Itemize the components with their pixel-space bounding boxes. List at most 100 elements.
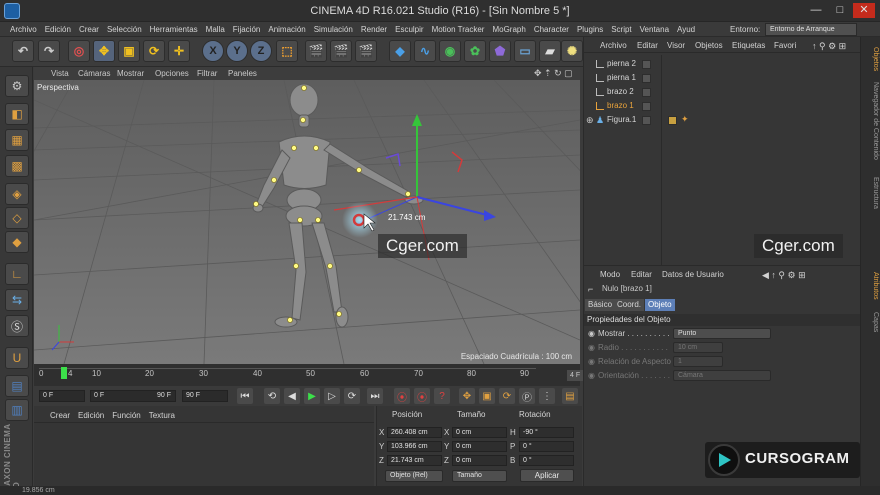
coord-mode-select[interactable]: Objeto (Rel) bbox=[385, 470, 443, 482]
vp-menu-camaras[interactable]: Cámaras bbox=[78, 67, 110, 80]
apply-button[interactable]: Aplicar bbox=[520, 469, 574, 482]
menu-simulacion[interactable]: Simulación bbox=[310, 22, 357, 37]
om-menu-visor[interactable]: Visor bbox=[667, 39, 685, 53]
live-selection-icon[interactable]: ◎ bbox=[68, 40, 90, 62]
menu-malla[interactable]: Malla bbox=[202, 22, 229, 37]
go-to-end-icon[interactable]: ⏭ bbox=[367, 388, 383, 404]
start-frame-field[interactable]: 0 F bbox=[39, 390, 85, 402]
x-axis-toggle[interactable]: X bbox=[202, 40, 224, 62]
menu-herramientas[interactable]: Herramientas bbox=[146, 22, 202, 37]
render-settings-icon[interactable]: 🎬 bbox=[355, 40, 377, 62]
tab-objeto[interactable]: Objeto bbox=[645, 299, 675, 311]
mograph-cloner-icon[interactable]: ✿ bbox=[464, 40, 486, 62]
menu-edicion[interactable]: Edición bbox=[41, 22, 75, 37]
radio-icon[interactable]: ◉ bbox=[588, 329, 595, 338]
render-picture-viewer-icon[interactable]: 🎬 bbox=[330, 40, 352, 62]
menu-crear[interactable]: Crear bbox=[75, 22, 103, 37]
prev-frame-icon[interactable]: ◀ bbox=[284, 388, 300, 404]
floor-icon[interactable]: ▭ bbox=[514, 40, 536, 62]
pos-y-field[interactable]: 103.966 cm bbox=[387, 441, 442, 452]
record-active-icon[interactable]: ⦿ bbox=[394, 388, 410, 404]
am-menu-editar[interactable]: Editar bbox=[631, 268, 652, 282]
workplane-icon[interactable]: ▩ bbox=[5, 155, 29, 177]
mat-menu-edicion[interactable]: Edición bbox=[74, 408, 108, 421]
polygons-mode-icon[interactable]: ◆ bbox=[5, 231, 29, 253]
rot-p-field[interactable]: 0 ° bbox=[519, 441, 574, 452]
menu-mograph[interactable]: MoGraph bbox=[488, 22, 529, 37]
menu-ventana[interactable]: Ventana bbox=[636, 22, 673, 37]
am-menu-modo[interactable]: Modo bbox=[600, 268, 620, 282]
camera-icon[interactable]: ▰ bbox=[539, 40, 561, 62]
orientation-select[interactable]: Cámara bbox=[673, 370, 771, 381]
om-menu-objetos[interactable]: Objetos bbox=[695, 39, 723, 53]
vp-menu-paneles[interactable]: Paneles bbox=[228, 67, 257, 80]
rotate-icon[interactable]: ⟳ bbox=[143, 40, 165, 62]
visibility-toggle[interactable] bbox=[642, 88, 651, 97]
mat-menu-funcion[interactable]: Función bbox=[108, 408, 144, 421]
om-menu-etiquetas[interactable]: Etiquetas bbox=[732, 39, 765, 53]
om-menu-editar[interactable]: Editar bbox=[637, 39, 658, 53]
prev-key-icon[interactable]: ⟲ bbox=[264, 388, 280, 404]
menu-character[interactable]: Character bbox=[530, 22, 573, 37]
mostrar-select[interactable]: Punto bbox=[673, 328, 771, 339]
tab-basico[interactable]: Básico bbox=[585, 299, 616, 311]
strip-tab-capas[interactable]: Capas bbox=[863, 312, 879, 332]
play-icon[interactable]: ▶ bbox=[304, 388, 320, 404]
y-axis-toggle[interactable]: Y bbox=[226, 40, 248, 62]
frame-range-slider[interactable]: 0 F 90 F bbox=[90, 390, 176, 402]
key-rotation-icon[interactable]: ⟳ bbox=[499, 388, 515, 404]
strip-tab-objetos[interactable]: Objetos bbox=[863, 47, 879, 71]
mat-menu-textura[interactable]: Textura bbox=[145, 408, 179, 421]
close-button[interactable]: ✕ bbox=[853, 3, 875, 18]
size-mode-select[interactable]: Tamaño bbox=[452, 470, 507, 482]
object-row[interactable]: pierna 1 bbox=[584, 71, 861, 85]
visibility-toggle[interactable] bbox=[642, 102, 651, 111]
strip-tab-atributos[interactable]: Atributos bbox=[863, 272, 879, 300]
om-search-icons[interactable]: ↑ ⚲ ⚙ ⊞ bbox=[812, 39, 846, 53]
menu-archivo[interactable]: Archivo bbox=[6, 22, 41, 37]
key-position-icon[interactable]: ✥ bbox=[459, 388, 475, 404]
nurbs-icon[interactable]: ◉ bbox=[439, 40, 461, 62]
radio-icon[interactable]: ◉ bbox=[588, 357, 595, 366]
tab-coord[interactable]: Coord. bbox=[614, 299, 645, 311]
menu-motion-tracker[interactable]: Motion Tracker bbox=[428, 22, 489, 37]
make-editable-icon[interactable]: ⚙ bbox=[5, 75, 29, 97]
maximize-button[interactable]: □ bbox=[829, 3, 851, 18]
points-mode-icon[interactable]: ◈ bbox=[5, 183, 29, 205]
aspect-ratio-field[interactable]: 1 bbox=[673, 356, 723, 367]
menu-ayuda[interactable]: Ayud bbox=[673, 22, 699, 37]
menu-animacion[interactable]: Animación bbox=[264, 22, 309, 37]
model-mode-icon[interactable]: ◧ bbox=[5, 103, 29, 125]
undo-icon[interactable]: ↶ bbox=[12, 40, 34, 62]
visibility-toggle[interactable] bbox=[642, 60, 651, 69]
object-row[interactable]: ⊕ ♟ Figura.1 ✦ bbox=[584, 113, 861, 127]
key-pla-icon[interactable]: ⋮ bbox=[539, 388, 555, 404]
pos-z-field[interactable]: 21.743 cm bbox=[387, 455, 442, 466]
viewport-scene[interactable] bbox=[34, 80, 580, 364]
menu-esculpir[interactable]: Esculpir bbox=[391, 22, 427, 37]
expand-icon[interactable]: ⊕ bbox=[586, 113, 594, 127]
vp-menu-filtrar[interactable]: Filtrar bbox=[197, 67, 217, 80]
spline-icon[interactable]: ∿ bbox=[414, 40, 436, 62]
viewport-nav-icons[interactable]: ✥ ⇡ ↻ ▢ bbox=[534, 67, 573, 80]
am-nav-icons[interactable]: ◀ ↑ ⚲ ⚙ ⊞ bbox=[762, 268, 806, 282]
scale-icon[interactable]: ▣ bbox=[118, 40, 140, 62]
size-y-field[interactable]: 0 cm bbox=[452, 441, 507, 452]
env-select[interactable]: Entorno de Arranque bbox=[765, 23, 857, 36]
next-frame-icon[interactable]: ▷ bbox=[324, 388, 340, 404]
menu-plugins[interactable]: Plugins bbox=[573, 22, 607, 37]
vp-menu-opciones[interactable]: Opciones bbox=[155, 67, 189, 80]
visibility-toggle[interactable] bbox=[642, 74, 651, 83]
deformer-icon[interactable]: ⬟ bbox=[489, 40, 511, 62]
menu-fijacion[interactable]: Fijación bbox=[229, 22, 265, 37]
key-scale-icon[interactable]: ▣ bbox=[479, 388, 495, 404]
mat-menu-crear[interactable]: Crear bbox=[46, 408, 74, 421]
size-x-field[interactable]: 0 cm bbox=[452, 427, 507, 438]
snap-icon[interactable]: Ⓢ bbox=[5, 315, 29, 337]
pos-x-field[interactable]: 260.408 cm bbox=[387, 427, 442, 438]
lock-workplane-icon[interactable]: ▤ bbox=[5, 375, 29, 397]
playhead[interactable] bbox=[61, 367, 67, 379]
menu-script[interactable]: Script bbox=[607, 22, 635, 37]
next-key-icon[interactable]: ⟳ bbox=[344, 388, 360, 404]
tag-icon[interactable]: ✦ bbox=[681, 114, 689, 125]
